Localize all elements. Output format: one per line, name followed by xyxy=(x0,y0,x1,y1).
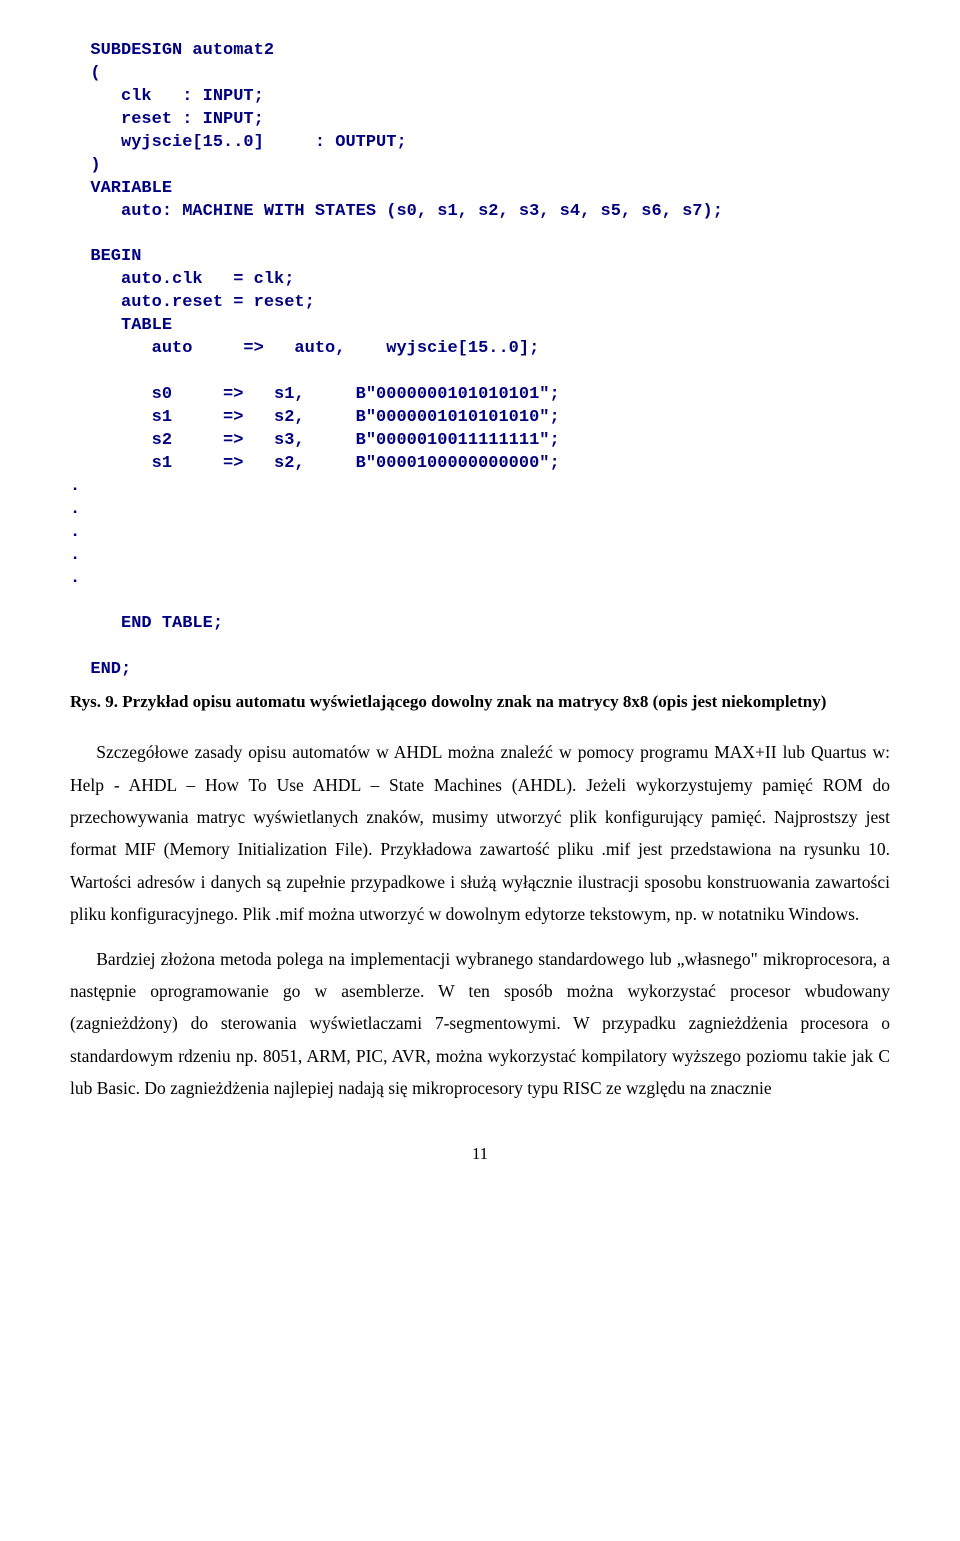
body-paragraph-1: Szczegółowe zasady opisu automatów w AHD… xyxy=(70,736,890,930)
figure-caption: Rys. 9. Przykład opisu automatu wyświetl… xyxy=(70,692,890,712)
page-number: 11 xyxy=(70,1144,890,1164)
body-paragraph-2: Bardziej złożona metoda polega na implem… xyxy=(70,943,890,1105)
code-block: SUBDESIGN automat2 ( clk : INPUT; reset … xyxy=(70,40,890,682)
